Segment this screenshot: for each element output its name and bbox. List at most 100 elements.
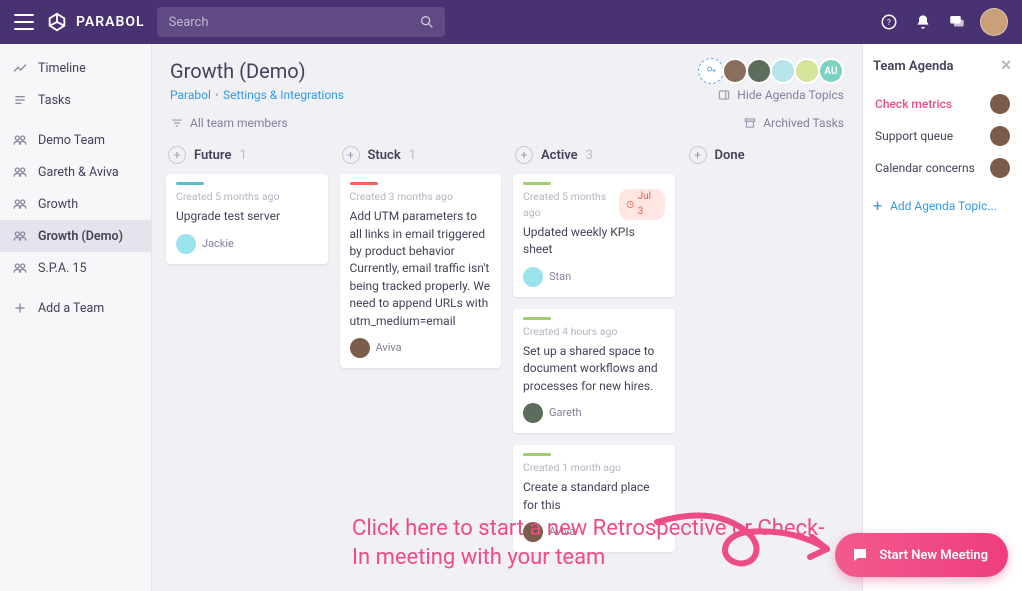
page-title: Growth (Demo) xyxy=(170,59,306,83)
main: Growth (Demo) AU Parabol • Settings & In… xyxy=(152,44,862,591)
add-card-button[interactable]: + xyxy=(168,146,186,164)
sidebar-team-item[interactable]: Demo Team xyxy=(0,124,151,156)
card-text: Add UTM parameters to all links in email… xyxy=(350,208,492,330)
status-stripe xyxy=(523,182,551,185)
member-avatar[interactable] xyxy=(770,58,796,84)
nav-label: Tasks xyxy=(38,93,71,108)
assignee-avatar xyxy=(523,403,543,423)
team-icon xyxy=(12,164,28,180)
member-avatar-initials[interactable]: AU xyxy=(818,58,844,84)
add-agenda-button[interactable]: + Add Agenda Topic... xyxy=(873,198,1012,214)
card-created: Created 4 hours ago xyxy=(523,324,617,339)
team-icon xyxy=(12,228,28,244)
filter-members[interactable]: All team members xyxy=(170,116,288,130)
assignee-name: Stan xyxy=(549,269,571,285)
status-stripe xyxy=(523,317,551,320)
agenda-avatar xyxy=(990,158,1010,178)
archived-tasks-button[interactable]: Archived Tasks xyxy=(743,116,844,130)
nav-add-team[interactable]: Add a Team xyxy=(0,292,151,324)
task-card[interactable]: Created 5 months agoUpgrade test serverJ… xyxy=(166,174,328,264)
agenda-avatar xyxy=(990,126,1010,146)
breadcrumb-root[interactable]: Parabol xyxy=(170,88,211,102)
task-card[interactable]: Created 1 month ago Create a standard pla… xyxy=(513,445,675,552)
task-card[interactable]: Created 5 months agoJul 3 Updated weekly … xyxy=(513,174,675,297)
status-stripe xyxy=(523,453,551,456)
due-badge: Jul 3 xyxy=(619,189,664,220)
column-done: + Done xyxy=(685,140,851,591)
hide-agenda-icon xyxy=(717,88,731,102)
start-meeting-button[interactable]: Start New Meeting xyxy=(835,533,1008,577)
breadcrumb-current[interactable]: Settings & Integrations xyxy=(223,88,344,102)
search-box[interactable] xyxy=(157,7,445,37)
column-future: + Future 1 Created 5 months agoUpgrade tes… xyxy=(164,140,330,591)
logo[interactable]: PARABOL xyxy=(46,11,145,33)
column-title: Done xyxy=(715,148,745,163)
filter-icon xyxy=(170,116,184,130)
chat-icon[interactable] xyxy=(946,11,968,33)
task-card[interactable]: Created 4 hours ago Set up a shared space… xyxy=(513,309,675,433)
agenda-panel: Team Agenda ✕ Check metricsSupport queue… xyxy=(862,44,1022,591)
add-card-button[interactable]: + xyxy=(342,146,360,164)
assignee-avatar xyxy=(523,267,543,287)
agenda-item-label: Check metrics xyxy=(875,97,984,111)
close-agenda-icon[interactable]: ✕ xyxy=(1000,58,1012,74)
add-card-button[interactable]: + xyxy=(515,146,533,164)
chat-bubble-icon xyxy=(851,546,869,564)
column-count: 1 xyxy=(409,148,416,163)
assignee-name: Jackie xyxy=(202,236,234,252)
sidebar-team-item[interactable]: Growth xyxy=(0,188,151,220)
column-title: Future xyxy=(194,148,231,163)
notifications-icon[interactable] xyxy=(912,11,934,33)
sidebar-team-item[interactable]: Gareth & Aviva xyxy=(0,156,151,188)
nav-timeline[interactable]: Timeline xyxy=(0,52,151,84)
card-text: Updated weekly KPIs sheet xyxy=(523,224,665,259)
svg-text:?: ? xyxy=(887,18,891,28)
nav-tasks[interactable]: Tasks xyxy=(0,84,151,116)
team-members: AU xyxy=(704,58,844,84)
sidebar-team-item[interactable]: Growth (Demo) xyxy=(0,220,151,252)
nav-label: Add a Team xyxy=(38,301,104,316)
top-bar: PARABOL ? xyxy=(0,0,1022,44)
card-created: Created 3 months ago xyxy=(350,189,453,204)
help-icon[interactable]: ? xyxy=(878,11,900,33)
member-avatar[interactable] xyxy=(746,58,772,84)
task-card[interactable]: Created 3 months ago Add UTM parameters t… xyxy=(340,174,502,368)
agenda-item[interactable]: Check metrics xyxy=(873,88,1012,120)
menu-icon[interactable] xyxy=(14,14,34,30)
plus-icon xyxy=(12,300,28,316)
status-stripe xyxy=(350,182,378,185)
parabol-logo-icon xyxy=(46,11,68,33)
timeline-icon xyxy=(12,60,28,76)
add-card-button[interactable]: + xyxy=(689,146,707,164)
agenda-item-label: Calendar concerns xyxy=(875,161,984,175)
sidebar-team-item[interactable]: S.P.A. 15 xyxy=(0,252,151,284)
column-count: 1 xyxy=(239,148,246,163)
team-icon xyxy=(12,196,28,212)
assignee-avatar xyxy=(176,234,196,254)
column-active: + Active 3 Created 5 months agoJul 3 Update… xyxy=(511,140,677,591)
tasks-icon xyxy=(12,92,28,108)
team-icon xyxy=(12,132,28,148)
agenda-item[interactable]: Support queue xyxy=(873,120,1012,152)
sidebar: Timeline Tasks Demo TeamGareth & AvivaGr… xyxy=(0,44,152,591)
agenda-avatar xyxy=(990,94,1010,114)
card-created: Created 5 months ago xyxy=(523,189,619,219)
member-avatar[interactable] xyxy=(794,58,820,84)
kanban-board: + Future 1 Created 5 months agoUpgrade tes… xyxy=(152,136,862,591)
card-text: Create a standard place for this xyxy=(523,479,665,514)
card-created: Created 5 months ago xyxy=(176,189,279,204)
column-count: 3 xyxy=(586,148,593,163)
user-avatar[interactable] xyxy=(980,8,1008,36)
agenda-item-label: Support queue xyxy=(875,129,984,143)
assignee-avatar xyxy=(350,338,370,358)
agenda-item[interactable]: Calendar concerns xyxy=(873,152,1012,184)
card-text: Set up a shared space to document workfl… xyxy=(523,343,665,395)
hide-agenda-button[interactable]: Hide Agenda Topics xyxy=(717,88,844,102)
add-member-button[interactable] xyxy=(698,58,724,84)
assignee-avatar xyxy=(523,522,543,542)
card-created: Created 1 month ago xyxy=(523,460,621,475)
member-avatar[interactable] xyxy=(722,58,748,84)
status-stripe xyxy=(176,182,204,185)
column-title: Active xyxy=(541,148,578,163)
search-input[interactable] xyxy=(167,14,419,31)
